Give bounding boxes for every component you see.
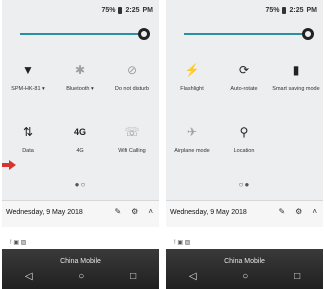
tile-label: Do not disturb: [114, 86, 150, 92]
collapse-icon[interactable]: ˄: [312, 207, 317, 216]
tile-wifi-calling[interactable]: ☏ Wifi Calling: [106, 124, 158, 155]
4g-icon: 4G: [73, 127, 86, 137]
back-icon[interactable]: ◁: [25, 271, 33, 282]
tile-label: 4G: [76, 148, 84, 154]
battery-saver-icon: ▮: [292, 63, 300, 77]
gear-icon[interactable]: ⚙: [295, 207, 302, 216]
status-bar: 75% 2:25 PM: [101, 7, 153, 14]
edit-icon[interactable]: ✎: [114, 207, 121, 216]
tile-label: Flashlight: [180, 86, 204, 92]
battery-percent: 75%: [265, 7, 280, 14]
clock: 2:25: [125, 7, 140, 14]
recents-icon[interactable]: □: [294, 271, 300, 282]
tile-label: Auto-rotate: [230, 86, 258, 92]
notification-header: Wednesday, 9 May 2018 ✎ ⚙ ˄: [166, 200, 323, 228]
page-indicator: ●○: [74, 180, 87, 189]
tile-bluetooth[interactable]: ✱ Bluetooth ▾: [54, 62, 106, 93]
clock: 2:25: [289, 7, 304, 14]
tile-label: Location: [233, 148, 255, 154]
tile-label: Smart saving mode: [272, 86, 320, 92]
quick-settings-panel-right: 75% 2:25 PM ⚡ Flashlight ⟳ Auto-rotate ▮…: [166, 0, 323, 289]
tile-do-not-disturb[interactable]: ⊘ Do not disturb: [106, 62, 158, 93]
battery-icon: [118, 7, 123, 14]
tile-4g[interactable]: 4G 4G: [54, 124, 106, 155]
date-label: Wednesday, 9 May 2018: [6, 209, 83, 216]
data-icon: ⇅: [22, 125, 34, 139]
clock-ampm: PM: [142, 7, 154, 14]
tile-auto-rotate[interactable]: ⟳ Auto-rotate: [218, 62, 270, 93]
notification-icons: ! ▣ ▨: [10, 240, 27, 246]
notification-icons: ! ▣ ▨: [174, 240, 191, 246]
tile-location[interactable]: ⚲ Location: [218, 124, 270, 155]
brightness-slider[interactable]: [184, 28, 314, 40]
notification-row[interactable]: ! ▣ ▨: [166, 227, 323, 249]
collapse-icon[interactable]: ˄: [148, 207, 153, 216]
tile-label: Airplane mode: [174, 148, 210, 154]
tile-label: Wifi Calling: [118, 148, 146, 154]
page-indicator: ○●: [238, 180, 251, 189]
tile-smart-saving[interactable]: ▮ Smart saving mode: [270, 62, 322, 93]
notification-header: Wednesday, 9 May 2018 ✎ ⚙ ˄: [2, 200, 159, 228]
edit-icon[interactable]: ✎: [278, 207, 285, 216]
brightness-slider[interactable]: [20, 28, 150, 40]
flashlight-icon: ⚡: [184, 63, 200, 77]
carrier-label: China Mobile: [224, 258, 265, 265]
wifi-calling-icon: ☏: [124, 125, 140, 139]
tile-label: Data: [22, 148, 34, 154]
location-icon: ⚲: [239, 125, 249, 139]
back-icon[interactable]: ◁: [189, 271, 197, 282]
wifi-icon: ▼: [22, 63, 34, 77]
carrier-label: China Mobile: [60, 258, 101, 265]
tile-data[interactable]: ⇅ Data: [2, 124, 54, 155]
red-arrow-icon: [2, 160, 16, 170]
tile-flashlight[interactable]: ⚡ Flashlight: [166, 62, 218, 93]
auto-rotate-icon: ⟳: [238, 63, 250, 77]
bluetooth-icon: ✱: [74, 63, 86, 77]
gear-icon[interactable]: ⚙: [131, 207, 138, 216]
notification-row[interactable]: ! ▣ ▨: [2, 227, 159, 249]
recents-icon[interactable]: □: [130, 271, 136, 282]
brightness-knob[interactable]: [302, 28, 314, 40]
do-not-disturb-icon: ⊘: [126, 63, 138, 77]
battery-icon: [282, 7, 287, 14]
tile-label: Bluetooth ▾: [66, 86, 94, 92]
clock-ampm: PM: [306, 7, 318, 14]
tile-wifi[interactable]: ▼ SPM-HK-81 ▾: [2, 62, 54, 93]
tile-airplane-mode[interactable]: ✈ Airplane mode: [166, 124, 218, 155]
date-label: Wednesday, 9 May 2018: [170, 209, 247, 216]
airplane-icon: ✈: [186, 125, 198, 139]
brightness-track: [20, 33, 145, 35]
quick-settings-panel-left: 75% 2:25 PM ▼ SPM-HK-81 ▾ ✱ Bluetooth ▾ …: [2, 0, 159, 289]
navigation-bar: China Mobile ◁ ○ □: [166, 249, 323, 289]
home-icon[interactable]: ○: [78, 271, 84, 282]
brightness-knob[interactable]: [138, 28, 150, 40]
divider: [159, 0, 166, 289]
battery-percent: 75%: [101, 7, 116, 14]
navigation-bar: China Mobile ◁ ○ □: [2, 249, 159, 289]
status-bar: 75% 2:25 PM: [265, 7, 317, 14]
brightness-track: [184, 33, 309, 35]
home-icon[interactable]: ○: [242, 271, 248, 282]
tile-label: SPM-HK-81 ▾: [11, 86, 45, 92]
